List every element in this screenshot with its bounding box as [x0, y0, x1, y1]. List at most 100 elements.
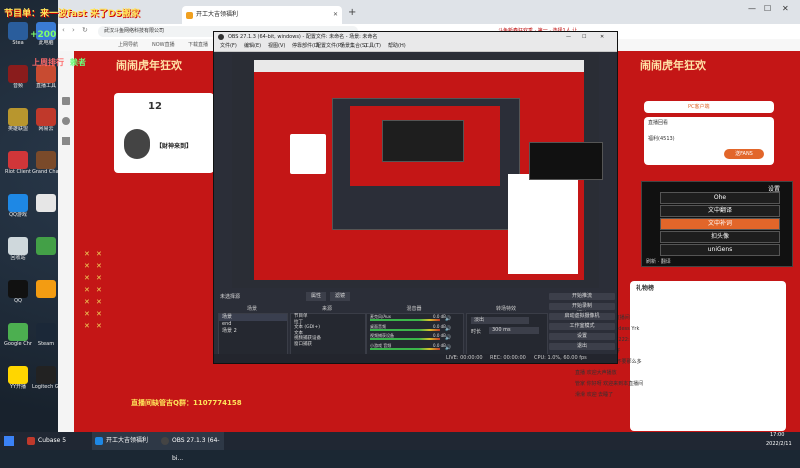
- transitions-dock: 淡出 时长 300 ms: [466, 313, 548, 355]
- back-icon[interactable]: ‹: [62, 26, 65, 34]
- desktop-icon[interactable]: QQ: [4, 280, 32, 304]
- decor-x-icon: ✕: [96, 298, 102, 306]
- obs-control-button[interactable]: 开始推流: [549, 293, 615, 300]
- overlay-menu-footer: 刷新 · 翻译: [646, 259, 671, 265]
- desktop-icon[interactable]: Logitech G HUB: [32, 366, 60, 390]
- minimize-icon[interactable]: —: [748, 4, 756, 13]
- desktop-icon-label: 英雄联盟: [7, 126, 28, 132]
- mixer-volume-slider[interactable]: [370, 328, 440, 331]
- sidebar-home-icon[interactable]: [62, 97, 70, 105]
- filters-button[interactable]: 滤镜: [330, 292, 350, 301]
- overlay-menu-item[interactable]: Ohe: [660, 192, 780, 204]
- desktop-icon[interactable]: [32, 194, 60, 212]
- desktop-icon[interactable]: Grand Chase: [32, 151, 60, 175]
- scene-item[interactable]: 场景: [219, 314, 287, 321]
- speaker-icon[interactable]: 🔊: [445, 326, 451, 332]
- new-tab-icon[interactable]: +: [348, 6, 356, 20]
- app-icon: [8, 323, 28, 341]
- overlay-menu-item[interactable]: 文中翻译: [660, 205, 780, 217]
- start-icon[interactable]: [4, 436, 14, 446]
- duration-input[interactable]: 300 ms: [489, 327, 539, 334]
- mixer-volume-slider[interactable]: [370, 347, 440, 350]
- desktop-icon[interactable]: 音频: [4, 65, 32, 89]
- transition-select[interactable]: 淡出: [471, 317, 529, 324]
- pc-client-badge[interactable]: PC客户端: [688, 103, 710, 110]
- obs-control-button[interactable]: 设置: [549, 333, 615, 340]
- sidebar-history-icon[interactable]: [62, 117, 70, 125]
- browser-tab-active[interactable]: 开工大吉领福利 ✕: [182, 6, 342, 24]
- desktop-icon[interactable]: 英雄联盟: [4, 108, 32, 132]
- taskbar-item[interactable]: 开工大吉领福利: [92, 432, 158, 450]
- obs-menu-item[interactable]: 视图(V): [268, 42, 285, 51]
- obs-control-button[interactable]: 工作室模式: [549, 323, 615, 330]
- sources-dock: 节目单 拉丁 文本 (GDI+) 文本 视频捕获设备 窗口捕获: [290, 313, 366, 355]
- close-window-icon[interactable]: ✕: [782, 4, 789, 13]
- app-icon: [8, 237, 28, 255]
- mixer-volume-slider[interactable]: [370, 338, 440, 340]
- desktop-icon[interactable]: 直播工具: [32, 65, 60, 89]
- send-fans-button[interactable]: 送FANS: [724, 149, 764, 159]
- obs-control-button[interactable]: 开始录制: [549, 303, 615, 310]
- desktop-icon[interactable]: Steam: [32, 323, 60, 347]
- obs-control-button[interactable]: 退出: [549, 343, 615, 350]
- rec-time: REC: 00:00:00: [490, 355, 526, 361]
- desktop-icon[interactable]: 回收站: [4, 237, 32, 261]
- taskbar-item[interactable]: OBS 27.1.3 (64-bi...: [158, 432, 224, 462]
- obs-menu-item[interactable]: 帮助(H): [388, 42, 406, 51]
- overlay-menu-item[interactable]: uniGens: [660, 244, 780, 256]
- browser-icon: [95, 437, 103, 445]
- reload-icon[interactable]: ↻: [82, 26, 88, 34]
- browser-tabbar: 开工大吉领福利 ✕ + — ☐ ✕: [58, 0, 800, 24]
- desktop-icon-label: Logitech G HUB: [32, 384, 60, 390]
- desktop-icon[interactable]: Stea: [4, 22, 32, 46]
- close-tab-icon[interactable]: ✕: [333, 6, 338, 24]
- desktop-icon[interactable]: YY开播: [4, 366, 32, 390]
- scene-item[interactable]: 场景 2: [219, 328, 287, 335]
- scene-item[interactable]: end: [219, 321, 287, 328]
- desktop-icon[interactable]: [32, 237, 60, 255]
- overlay-menu: 设置 Ohe 文中翻译 文中补词 扣头像 uniGens 刷新 · 翻译: [641, 181, 793, 267]
- bookmark-item[interactable]: NOW直播: [152, 41, 175, 48]
- desktop-icon[interactable]: Riot Client: [4, 151, 32, 175]
- desktop-icon-label: 音频: [12, 83, 23, 89]
- obs-menu-item[interactable]: 编辑(E): [244, 42, 261, 51]
- app-icon: [8, 194, 28, 212]
- desktop-icon[interactable]: [32, 280, 60, 298]
- preview-overlay-menu: [529, 142, 603, 180]
- overlay-menu-item[interactable]: 扣头像: [660, 231, 780, 243]
- obs-menu-item[interactable]: 文件(F): [220, 42, 237, 51]
- obs-menu-item[interactable]: 工具(T): [364, 42, 381, 51]
- taskbar-item[interactable]: Cubase 5: [24, 432, 88, 450]
- speaker-icon[interactable]: 🔊: [445, 335, 451, 341]
- overlay-hint: 节目单：来一波fast 来了DS搬家: [4, 9, 140, 19]
- tray-icons[interactable]: [650, 437, 710, 445]
- no-source-label: 未选择源: [220, 294, 241, 300]
- desktop-icon-label: Grand Chase: [32, 169, 60, 175]
- welfare-label[interactable]: 福利(4513): [648, 135, 675, 142]
- source-item[interactable]: 窗口捕获: [291, 342, 365, 348]
- obs-minimize-icon[interactable]: —: [566, 32, 571, 42]
- maximize-icon[interactable]: ☐: [764, 4, 771, 13]
- decor-x-icon: ✕: [84, 298, 90, 306]
- speaker-icon[interactable]: 🔊: [445, 316, 451, 322]
- app-icon: [8, 22, 28, 40]
- desktop-icon[interactable]: Google Chrome: [4, 323, 32, 347]
- desktop-icon[interactable]: QQ游戏: [4, 194, 32, 218]
- desktop-icon[interactable]: 网易云: [32, 108, 60, 132]
- obs-close-icon[interactable]: ✕: [600, 32, 604, 42]
- overlay-menu-item[interactable]: 文中补词: [660, 218, 780, 230]
- forward-icon[interactable]: ›: [72, 26, 75, 34]
- preview-chat: [508, 174, 578, 274]
- sidebar-bookmark-icon[interactable]: [62, 137, 70, 145]
- properties-button[interactable]: 属性: [306, 292, 326, 301]
- speaker-icon[interactable]: 🔊: [445, 345, 451, 351]
- obs-maximize-icon[interactable]: ☐: [582, 32, 586, 42]
- obs-control-button[interactable]: 启动虚拟摄像机: [549, 313, 615, 320]
- replay-label[interactable]: 直播回看: [648, 119, 668, 126]
- bookmark-item[interactable]: 上网导航: [118, 41, 138, 48]
- desktop-icon-label: Stea: [12, 40, 24, 46]
- bookmark-item[interactable]: 下载直播: [188, 41, 208, 48]
- decor-x-icon: ✕: [84, 322, 90, 330]
- mixer-volume-slider[interactable]: [370, 319, 440, 321]
- obs-menu-item[interactable]: 配置文件(P): [316, 42, 343, 51]
